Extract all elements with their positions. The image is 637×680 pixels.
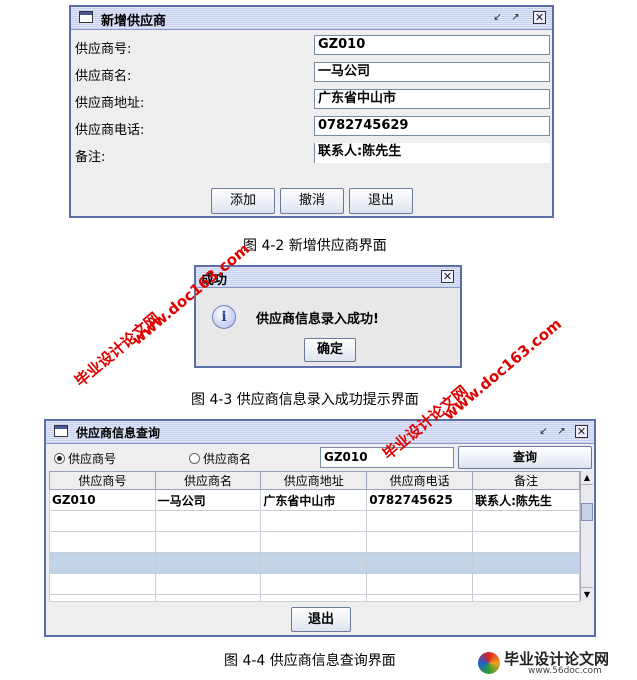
scroll-thumb[interactable] xyxy=(581,503,593,521)
radio-by-id-label: 供应商号 xyxy=(68,452,117,466)
supplier-query-window: 供应商信息查询 ↙ ↗ ✕ 供应商号 供应商名 GZ010 查询 供应商号 供应… xyxy=(44,419,596,637)
exit-button[interactable]: 退出 xyxy=(291,607,351,632)
table-cell[interactable]: 0782745625 xyxy=(366,489,474,511)
search-button[interactable]: 查询 xyxy=(458,446,592,469)
supplier-id-input[interactable]: GZ010 xyxy=(314,35,550,55)
table-row[interactable] xyxy=(49,531,580,553)
success-dialog-titlebar[interactable]: 成功 ✕ xyxy=(196,267,460,288)
table-scrollbar[interactable]: ▲ ▼ xyxy=(580,471,593,601)
watermark-cn: 毕业设计论文网 xyxy=(71,309,164,391)
radio-by-name[interactable] xyxy=(189,453,200,464)
minimize-icon[interactable]: ↙ xyxy=(537,425,550,438)
remark-input[interactable]: 联系人:陈先生 xyxy=(314,143,550,163)
add-button[interactable]: 添加 xyxy=(211,188,275,214)
window-icon xyxy=(79,11,93,23)
table-cell[interactable]: 一马公司 xyxy=(154,489,262,511)
column-header[interactable]: 备注 xyxy=(472,471,580,490)
caption-fig-4-3: 图 4-3 供应商信息录入成功提示界面 xyxy=(191,392,419,408)
table-row-selected[interactable] xyxy=(49,552,580,574)
column-header[interactable]: 供应商电话 xyxy=(366,471,474,490)
supplier-query-titlebar[interactable]: 供应商信息查询 ↙ ↗ ✕ xyxy=(46,421,594,444)
supplier-name-input[interactable]: 一马公司 xyxy=(314,62,550,82)
success-dialog: 成功 ✕ i 供应商信息录入成功! 确定 xyxy=(194,265,462,368)
scroll-down-icon[interactable]: ▼ xyxy=(581,587,593,601)
label-supplier-id: 供应商号: xyxy=(75,42,132,57)
column-header[interactable]: 供应商地址 xyxy=(260,471,368,490)
radio-by-id[interactable] xyxy=(54,453,65,464)
label-supplier-address: 供应商地址: xyxy=(75,96,145,111)
dialog-message: 供应商信息录入成功! xyxy=(256,312,379,327)
radio-by-name-label: 供应商名 xyxy=(203,452,252,466)
close-icon[interactable]: ✕ xyxy=(533,11,546,24)
table-row[interactable]: GZ010 一马公司 广东省中山市 0782745625 联系人:陈先生 xyxy=(49,489,580,511)
footer-logo: 毕业设计论文网 www.56doc.com xyxy=(478,648,636,678)
undo-button[interactable]: 撤消 xyxy=(280,188,344,214)
window-title: 新增供应商 xyxy=(101,14,167,29)
ok-button[interactable]: 确定 xyxy=(304,338,356,362)
add-supplier-window: 新增供应商 ↙ ↗ ✕ 供应商号: 供应商名: 供应商地址: 供应商电话: 备注… xyxy=(69,5,554,218)
supplier-table: 供应商号 供应商名 供应商地址 供应商电话 备注 GZ010 一马公司 广东省中… xyxy=(49,471,580,602)
caption-fig-4-2: 图 4-2 新增供应商界面 xyxy=(243,238,387,254)
table-row[interactable] xyxy=(49,510,580,532)
logo-icon xyxy=(478,652,500,674)
add-supplier-titlebar[interactable]: 新增供应商 ↙ ↗ ✕ xyxy=(71,7,552,30)
scroll-up-icon[interactable]: ▲ xyxy=(581,471,593,485)
maximize-icon[interactable]: ↗ xyxy=(555,425,568,438)
exit-button[interactable]: 退出 xyxy=(349,188,413,214)
footer-site: www.56doc.com xyxy=(528,666,602,676)
supplier-phone-input[interactable]: 0782745629 xyxy=(314,116,550,136)
maximize-icon[interactable]: ↗ xyxy=(509,11,522,24)
close-icon[interactable]: ✕ xyxy=(575,425,588,438)
window-icon xyxy=(54,425,68,437)
table-row[interactable] xyxy=(49,594,580,602)
label-supplier-name: 供应商名: xyxy=(75,69,132,84)
label-remark: 备注: xyxy=(75,150,106,165)
page: 新增供应商 ↙ ↗ ✕ 供应商号: 供应商名: 供应商地址: 供应商电话: 备注… xyxy=(0,0,637,680)
label-supplier-phone: 供应商电话: xyxy=(75,123,145,138)
supplier-address-input[interactable]: 广东省中山市 xyxy=(314,89,550,109)
column-header[interactable]: 供应商名 xyxy=(154,471,262,490)
table-cell[interactable]: 联系人:陈先生 xyxy=(472,489,580,511)
column-header[interactable]: 供应商号 xyxy=(49,471,156,490)
table-cell[interactable]: GZ010 xyxy=(49,489,156,511)
table-header: 供应商号 供应商名 供应商地址 供应商电话 备注 xyxy=(49,471,580,490)
close-icon[interactable]: ✕ xyxy=(441,270,454,283)
table-row[interactable] xyxy=(49,573,580,595)
caption-fig-4-4: 图 4-4 供应商信息查询界面 xyxy=(224,653,396,669)
table-cell[interactable]: 广东省中山市 xyxy=(260,489,368,511)
info-icon: i xyxy=(212,305,236,329)
window-title: 供应商信息查询 xyxy=(76,426,161,440)
minimize-icon[interactable]: ↙ xyxy=(491,11,504,24)
